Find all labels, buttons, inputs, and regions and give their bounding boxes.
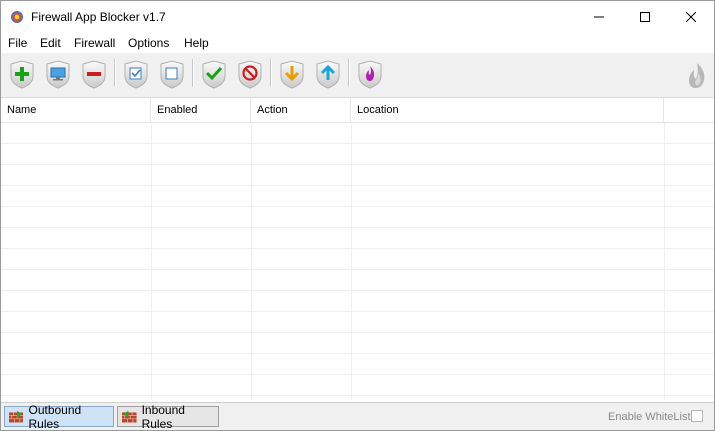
column-header-location[interactable]: Location [351,98,664,122]
list-header: Name Enabled Action Location [1,98,714,123]
grid-line [151,123,152,400]
maximize-icon [640,12,650,22]
export-rules-button[interactable] [313,58,343,90]
block-icon [238,60,262,89]
green-check-icon [202,60,226,89]
grid-line [251,123,252,400]
rules-list[interactable]: Name Enabled Action Location [1,98,714,400]
toolbar-separator [348,59,350,87]
column-header-enabled[interactable]: Enabled [151,98,251,122]
toolbar [1,53,714,98]
grid-line [351,123,352,400]
firewall-wall-icon [122,410,137,422]
toolbar-separator [114,59,116,87]
grid-line [664,123,665,400]
whitelist-checkbox[interactable] [691,410,703,422]
tab-outbound-rules[interactable]: Outbound Rules [4,403,114,430]
menu-options[interactable]: Options [128,36,169,50]
arrow-down-icon [280,60,304,89]
deselect-all-button[interactable] [157,58,187,90]
toolbar-separator [270,59,272,87]
close-icon [686,12,696,22]
arrow-up-icon [316,60,340,89]
tab-label: Inbound Rules [141,402,185,431]
title-bar[interactable]: Firewall App Blocker v1.7 [1,1,714,33]
window-title: Firewall App Blocker v1.7 [31,10,166,24]
app-window: Firewall App Blocker v1.7 File Edit Fire… [0,0,715,431]
import-rules-button[interactable] [277,58,307,90]
remove-rule-button[interactable] [79,58,109,90]
menu-bar: File Edit Firewall Options Help [1,33,714,53]
monitor-icon [46,60,70,89]
toolbar-separator [192,59,194,87]
checkbox-checked-icon [124,60,148,89]
app-logo-flame-icon [689,63,705,88]
menu-firewall[interactable]: Firewall [74,36,115,50]
close-button[interactable] [668,1,714,33]
menu-file[interactable]: File [8,36,27,50]
whitelist-label: Enable WhiteList [608,411,691,423]
green-plus-icon [10,60,34,89]
flame-icon [358,60,382,89]
maximize-button[interactable] [622,1,668,33]
firewall-state-button[interactable] [355,58,385,90]
column-header-name[interactable]: Name [1,98,151,122]
menu-help[interactable]: Help [184,36,209,50]
status-bar: Outbound Rules Inbound Rules Enable Whit… [1,402,714,430]
add-program-button[interactable] [7,58,37,90]
minimize-button[interactable] [576,1,622,33]
menu-edit[interactable]: Edit [40,36,61,50]
firewall-wall-icon [9,410,24,422]
add-process-button[interactable] [43,58,73,90]
column-header-action[interactable]: Action [251,98,351,122]
minimize-icon [594,16,604,18]
disable-rule-button[interactable] [235,58,265,90]
red-minus-icon [82,60,106,89]
tab-inbound-rules[interactable]: Inbound Rules [117,403,219,430]
select-all-button[interactable] [121,58,151,90]
tab-label: Outbound Rules [28,402,82,431]
firewall-app-icon [11,11,23,23]
list-rows [1,123,714,400]
enable-rule-button[interactable] [199,58,229,90]
checkbox-empty-icon [160,60,184,89]
